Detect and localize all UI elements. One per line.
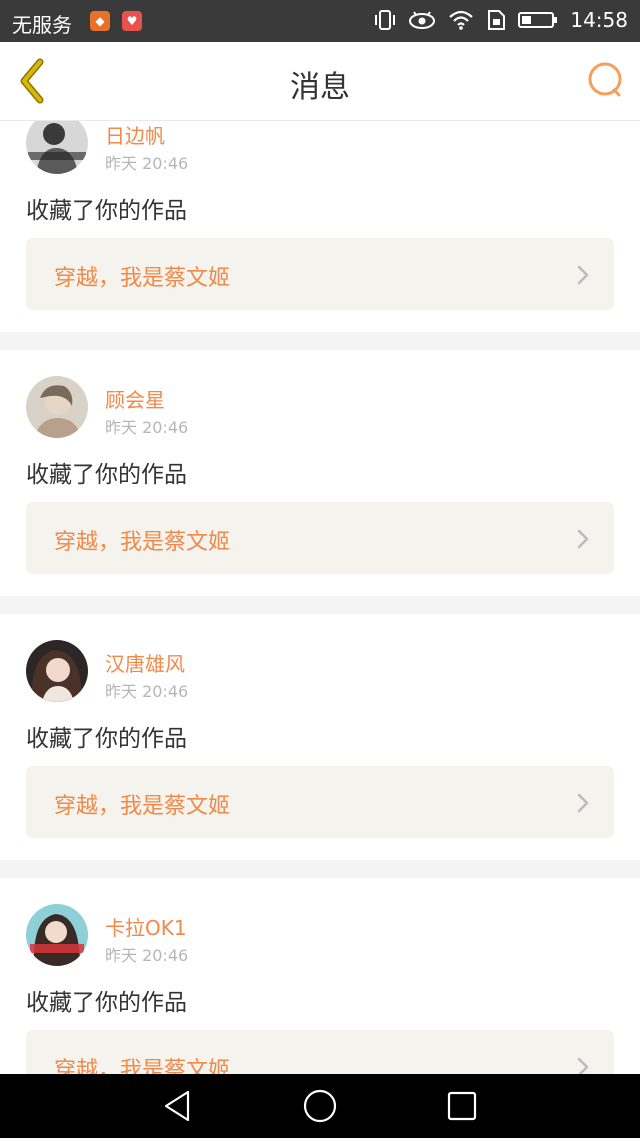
battery-icon	[518, 12, 558, 28]
timestamp: 昨天 20:46	[105, 418, 189, 437]
work-link[interactable]: 穿越，我是蔡文姬	[26, 238, 614, 310]
wifi-icon	[449, 10, 474, 30]
work-title: 穿越，我是蔡文姬	[54, 794, 231, 819]
squirrel-app-icon: ◆	[90, 11, 110, 31]
timestamp: 昨天 20:46	[105, 154, 189, 173]
work-title: 穿越，我是蔡文姬	[54, 266, 231, 291]
recents-square-icon[interactable]	[444, 1088, 480, 1124]
avatar-image	[26, 121, 88, 174]
message-card: 汉唐雄风 昨天 20:46 收藏了你的作品 穿越，我是蔡文姬	[0, 614, 640, 860]
chevron-right-icon	[577, 1057, 589, 1074]
back-triangle-icon[interactable]	[160, 1088, 196, 1124]
avatar[interactable]	[26, 121, 88, 174]
carrier-label: 无服务	[12, 13, 72, 37]
action-text: 收藏了你的作品	[26, 462, 187, 488]
avatar-image	[26, 640, 88, 702]
message-list[interactable]: 日边帆 昨天 20:46 收藏了你的作品 穿越，我是蔡文姬 顾会星 昨天 20:…	[0, 121, 640, 1074]
avatar-image	[26, 904, 88, 966]
page-title: 消息	[290, 70, 350, 105]
username[interactable]: 日边帆	[105, 121, 165, 149]
avatar-image	[26, 376, 88, 438]
system-nav-bar	[0, 1074, 640, 1138]
action-text: 收藏了你的作品	[26, 198, 187, 224]
action-text: 收藏了你的作品	[26, 726, 187, 752]
timestamp: 昨天 20:46	[105, 682, 189, 701]
heart-app-icon: ♥	[122, 11, 142, 31]
sim-icon	[488, 10, 506, 30]
chevron-right-icon	[577, 793, 589, 813]
work-link[interactable]: 穿越，我是蔡文姬	[26, 766, 614, 838]
work-title: 穿越，我是蔡文姬	[54, 1058, 231, 1074]
message-card: 卡拉OK1 昨天 20:46 收藏了你的作品 穿越，我是蔡文姬	[0, 878, 640, 1074]
work-title: 穿越，我是蔡文姬	[54, 530, 231, 555]
message-card: 日边帆 昨天 20:46 收藏了你的作品 穿越，我是蔡文姬	[0, 121, 640, 332]
username[interactable]: 汉唐雄风	[105, 648, 185, 677]
clock: 14:58	[570, 8, 628, 32]
message-card: 顾会星 昨天 20:46 收藏了你的作品 穿越，我是蔡文姬	[0, 350, 640, 596]
work-link[interactable]: 穿越，我是蔡文姬	[26, 1030, 614, 1074]
action-text: 收藏了你的作品	[26, 990, 187, 1016]
work-link[interactable]: 穿越，我是蔡文姬	[26, 502, 614, 574]
search-icon[interactable]	[586, 60, 626, 100]
avatar[interactable]	[26, 904, 88, 966]
nav-bar: 消息	[0, 42, 640, 121]
home-circle-icon[interactable]	[302, 1088, 338, 1124]
chevron-right-icon	[577, 265, 589, 285]
username[interactable]: 顾会星	[105, 384, 165, 413]
status-bar: 无服务 ◆ ♥ 14:58	[0, 0, 640, 42]
avatar[interactable]	[26, 376, 88, 438]
username[interactable]: 卡拉OK1	[105, 912, 187, 941]
vibrate-icon	[375, 10, 396, 30]
chevron-right-icon	[577, 529, 589, 549]
eye-icon	[409, 11, 436, 29]
timestamp: 昨天 20:46	[105, 946, 189, 965]
avatar[interactable]	[26, 640, 88, 702]
